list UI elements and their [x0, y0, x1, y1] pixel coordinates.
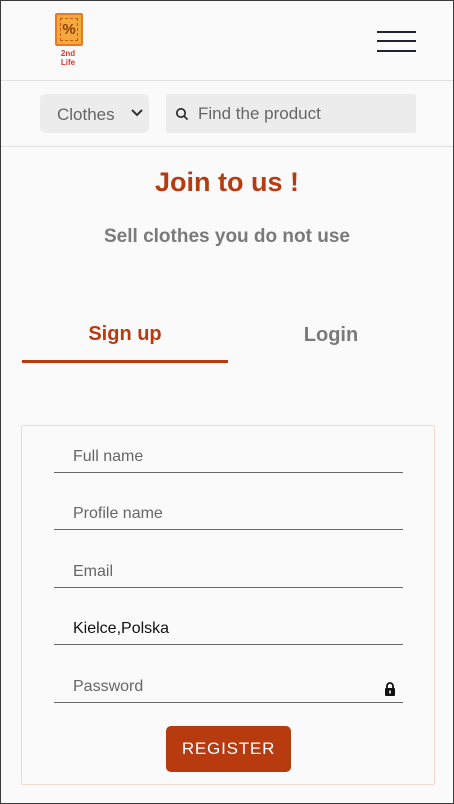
page-subtitle: Sell clothes you do not use	[104, 226, 350, 247]
location-field[interactable]	[54, 613, 403, 645]
page-title: Join to us !	[155, 167, 299, 197]
tab-sign-up[interactable]: Sign up	[22, 323, 228, 363]
logo-text: 2nd Life	[53, 49, 83, 67]
logo-text-line2: Life	[60, 58, 76, 67]
logo-text-line1: 2nd	[60, 49, 76, 58]
email-field[interactable]	[54, 556, 403, 588]
password-field[interactable]	[54, 671, 403, 703]
register-button[interactable]: REGISTER	[166, 726, 291, 772]
search-input[interactable]	[198, 94, 410, 133]
search-bar: Clothes	[1, 81, 453, 147]
chevron-down-icon	[131, 109, 143, 117]
category-select[interactable]: Clothes	[40, 94, 149, 133]
search-icon	[176, 108, 189, 121]
lock-icon	[385, 682, 395, 696]
logo[interactable]: % 2nd Life	[53, 13, 85, 67]
full-name-field[interactable]	[54, 441, 403, 473]
register-form: REGISTER	[21, 425, 435, 785]
profile-name-field[interactable]	[54, 498, 403, 530]
category-select-value: Clothes	[57, 105, 115, 124]
hamburger-menu-icon[interactable]	[377, 31, 416, 53]
price-tag-icon: %	[55, 13, 83, 46]
logo-symbol: %	[62, 21, 76, 38]
app-header: % 2nd Life	[1, 1, 453, 81]
search-box	[166, 94, 416, 133]
tab-login[interactable]: Login	[228, 324, 434, 364]
